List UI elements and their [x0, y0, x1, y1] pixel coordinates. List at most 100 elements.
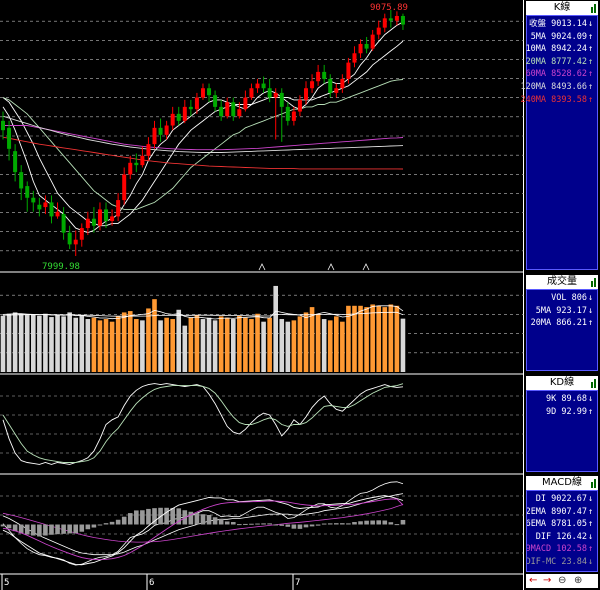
macd-value-row: DIF 126.42↓: [536, 532, 594, 543]
zoom-out-icon[interactable]: ⊖: [558, 574, 566, 588]
volume-bar: [103, 319, 109, 372]
macd-osc-bar: [255, 523, 260, 525]
volume-bar: [400, 318, 406, 372]
candle-body: [158, 127, 163, 135]
candle-body: [97, 209, 102, 226]
volume-bar: [212, 320, 218, 372]
row-label: 5MA: [535, 305, 552, 316]
down-arrow-icon: ↓: [587, 494, 594, 504]
candle-body: [164, 125, 169, 135]
volume-bar: [206, 317, 212, 372]
zoom-in-icon[interactable]: ⊕: [574, 574, 582, 588]
macd-osc-bar: [279, 524, 285, 526]
candle-body: [364, 43, 369, 49]
k-value-row: 60MA 8528.62↑: [526, 69, 594, 80]
candle-body: [67, 232, 72, 245]
volume-bar: [6, 313, 12, 372]
candle-body: [128, 162, 133, 175]
row-label: 26EMA: [526, 519, 547, 530]
row-value: 9013.14: [551, 19, 587, 29]
kd-panel-title: KD線: [549, 377, 575, 388]
macd-osc-bar: [394, 524, 400, 526]
row-label: 240MA: [520, 94, 547, 105]
row-value: 92.99: [561, 406, 587, 417]
up-arrow-icon: ↑: [587, 544, 594, 555]
macd-osc-bar: [212, 517, 218, 525]
chart-area[interactable]: 9075.89 7999.98 5 6 7: [0, 0, 524, 590]
volume-bar: [127, 311, 133, 372]
macd-osc-bar: [146, 508, 151, 525]
scroll-left-icon[interactable]: ←: [529, 574, 537, 588]
macd-osc-bar: [24, 524, 30, 535]
candle-body: [55, 211, 60, 217]
up-arrow-icon: ↑: [587, 406, 594, 417]
row-value: 9022.67: [551, 494, 587, 504]
up-arrow-icon: ↑: [587, 94, 594, 105]
kd-panel-header[interactable]: KD線: [526, 376, 598, 390]
macd-osc-bar: [340, 523, 345, 525]
candle-body: [152, 127, 157, 145]
scroll-right-icon[interactable]: →: [543, 574, 551, 588]
volume-bar: [273, 285, 278, 372]
low-price-label: 7999.98: [42, 262, 80, 272]
macd-value-row: DIF-MC 23.84↓: [527, 557, 594, 568]
row-label: VOL: [551, 293, 567, 303]
chart-type-icon[interactable]: [591, 478, 597, 488]
volume-bar: [261, 321, 266, 372]
macd-osc-bar: [134, 510, 139, 525]
row-value: 8781.05: [551, 519, 587, 530]
row-value: 9024.09: [551, 31, 587, 42]
macd-osc-bar: [382, 520, 388, 525]
macd-value-row: DI 9022.67↓: [536, 494, 594, 505]
candle-body: [49, 202, 54, 217]
candle-body: [110, 216, 115, 222]
macd-osc-bar: [121, 516, 127, 525]
macd-value-row: 12EMA 8907.47↑: [526, 506, 594, 518]
chart-type-icon[interactable]: [591, 378, 597, 388]
volume-bar: [388, 304, 394, 372]
row-label: 12EMA: [526, 506, 547, 517]
candle-body: [43, 202, 48, 208]
macd-values-box: DI 9022.67↓12EMA 8907.47↑26EMA 8781.05↑D…: [526, 490, 598, 572]
down-arrow-icon: ↓: [587, 19, 594, 29]
candle-body: [382, 18, 387, 28]
macd-panel-header[interactable]: MACD線: [526, 476, 598, 490]
row-value: 923.17: [556, 305, 587, 316]
ma-line-60ma: [3, 125, 404, 151]
indicator-side-panel: K線 收盤 9013.14↓ 5MA 9024.09↑ 10MA 8942.24↑ 2…: [520, 0, 600, 590]
macd-osc-bar: [79, 524, 85, 532]
candle-body: [328, 78, 333, 93]
row-value: 866.21: [556, 318, 587, 329]
volume-bar: [61, 316, 66, 372]
row-value: 806: [571, 293, 587, 303]
k-value-row: 120MA 8493.66↑: [520, 82, 594, 93]
candle-body: [122, 174, 127, 201]
k-values-box: 收盤 9013.14↓ 5MA 9024.09↑ 10MA 8942.24↑ 20MA…: [520, 15, 598, 270]
volume-bar: [291, 320, 297, 372]
chart-type-icon[interactable]: [591, 277, 597, 287]
volume-values-box: VOL 806↓ 5MA 923.17↓ 20MA 866.21↑: [526, 289, 598, 371]
macd-osc-bar: [194, 513, 200, 525]
volume-bar: [109, 321, 115, 372]
volume-panel-header[interactable]: 成交量: [526, 275, 598, 289]
volume-bar: [31, 314, 36, 372]
candle-body: [297, 99, 302, 112]
volume-bar: [158, 320, 163, 372]
volume-bar: [140, 320, 145, 372]
chart-type-icon[interactable]: [591, 3, 597, 13]
macd-osc-bar: [49, 524, 54, 535]
volume-bar: [297, 316, 303, 372]
candle-body: [104, 209, 109, 222]
macd-value-row: 9MACD 102.58↑: [527, 544, 594, 555]
macd-osc-bar: [297, 524, 303, 529]
volume-bar: [164, 317, 169, 372]
kd-line-9d: [2, 383, 404, 463]
macd-osc-bar: [115, 519, 121, 525]
ma-line-5ma: [2, 21, 404, 234]
macd-osc-bar: [97, 524, 103, 526]
volume-bar: [370, 304, 375, 372]
macd-osc-bar: [358, 521, 363, 525]
k-value-row: 20MA 8777.42↑: [526, 57, 594, 68]
k-panel-header[interactable]: K線: [526, 1, 598, 15]
macd-osc-bar: [346, 523, 351, 525]
